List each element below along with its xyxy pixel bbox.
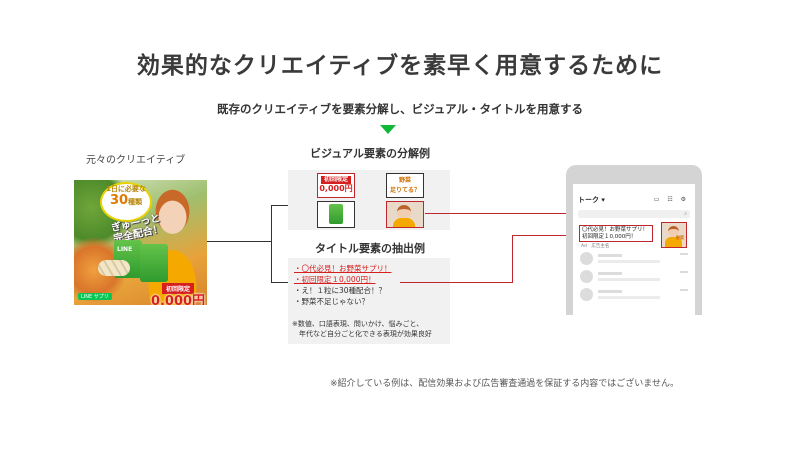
visual-elements-panel: 初回限定 0,000円 野菜 足りてる？ <box>288 170 450 230</box>
connector-line <box>271 205 272 282</box>
chat-name-placeholder <box>598 290 622 293</box>
badge-number: 30 <box>109 193 129 208</box>
chat-list-item[interactable] <box>580 288 688 304</box>
down-arrow-icon <box>380 125 396 134</box>
header-icons[interactable]: ▭ ☷ ⚙ <box>654 196 689 203</box>
price-tile: 初回限定 0,000円 <box>317 173 355 198</box>
brand-logo: LINE サプリ <box>78 293 112 300</box>
body-image <box>393 218 415 227</box>
title-section-heading: タイトル要素の抽出例 <box>315 242 425 255</box>
chat-time-placeholder <box>680 271 688 273</box>
ad-title-line1: 〇代必見！お野菜サプリ！ <box>582 227 649 233</box>
veg-tile-line1: 野菜 <box>398 177 411 184</box>
talk-tab-header[interactable]: トーク ▾ <box>578 195 605 205</box>
title-item: ・〇代必見！お野菜サプリ！ <box>294 264 392 273</box>
title-item: ・初回限定１0,000円！ <box>294 275 376 284</box>
thumb-text: 野菜 <box>676 235 684 240</box>
highlight-connector <box>400 282 512 283</box>
avatar <box>580 252 593 265</box>
highlight-connector <box>512 235 513 283</box>
vegetable-question-tile: 野菜 足りてる？ <box>386 173 424 198</box>
ad-thumbnail: 野菜 <box>661 222 687 248</box>
avatar <box>580 288 593 301</box>
chat-name-placeholder <box>598 272 622 275</box>
connector-line <box>207 241 271 242</box>
chat-message-placeholder <box>598 296 660 299</box>
ad-list-item[interactable]: 〇代必見！お野菜サプリ！ 初回限定１0,000円！ Ad 広告主名 野菜 <box>577 222 691 249</box>
price-value: 0,000円 <box>150 294 206 306</box>
original-creative-image: 1日に必要な 30種類 ぎゅーっと 完全配合！ LINE LINE サプリ 初回… <box>74 180 207 305</box>
connector-line <box>271 282 288 283</box>
connector-line <box>271 205 288 206</box>
price-label: 初回限定 <box>161 283 194 294</box>
phone-mockup: トーク ▾ ▭ ☷ ⚙ ⌕ 〇代必見！お野菜サプリ！ 初回限定１0,000円！ … <box>566 165 702 315</box>
price-tile-label: 初回限定 <box>321 176 351 184</box>
product-tile <box>317 201 355 228</box>
face-image <box>397 205 411 219</box>
chat-name-placeholder <box>598 254 622 257</box>
page-title: 効果的なクリエイティブを素早く用意するために <box>136 53 664 79</box>
price-tile-value: 0,000円 <box>319 184 353 193</box>
ad-title-line2: 初回限定１0,000円！ <box>582 234 637 240</box>
title-item: ・野菜不足じゃない？ <box>294 297 369 306</box>
visual-section-heading: ビジュアル要素の分解例 <box>310 147 430 160</box>
price-block: 初回限定 0,000円 <box>150 276 206 306</box>
supplement-pack-image <box>329 204 343 224</box>
disclaimer-note: ※紹介している例は、配信効果および広告審査通過を保証する内容ではございません。 <box>330 379 680 389</box>
pills-image <box>98 260 130 276</box>
title-elements-panel: ・〇代必見！お野菜サプリ！ ・初回限定１0,000円！ ・え！１粒に30種配合！… <box>288 258 450 344</box>
chat-time-placeholder <box>680 289 688 291</box>
phone-screen: トーク ▾ ▭ ☷ ⚙ ⌕ 〇代必見！お野菜サプリ！ 初回限定１0,000円！ … <box>573 184 695 315</box>
search-bar[interactable]: ⌕ <box>578 210 690 218</box>
veg-tile-line2: 足りてる？ <box>389 187 420 194</box>
pack-text: LINE <box>117 246 133 253</box>
chat-message-placeholder <box>598 278 660 281</box>
avatar <box>580 270 593 283</box>
chat-list-item[interactable] <box>580 252 688 268</box>
chat-list-item[interactable] <box>580 270 688 286</box>
person-tile <box>386 201 424 228</box>
badge-unit: 種類 <box>128 198 143 206</box>
ad-title-box: 〇代必見！お野菜サプリ！ 初回限定１0,000円！ <box>579 225 653 242</box>
chat-time-placeholder <box>680 253 688 255</box>
page-subtitle: 既存のクリエイティブを要素分解し、ビジュアル・タイトルを用意する <box>217 102 583 116</box>
original-creative-label: 元々のクリエイティブ <box>86 155 186 166</box>
title-note-line1: ※数値、口語表現、問いかけ、悩みごと、 <box>292 320 424 328</box>
chat-message-placeholder <box>598 260 660 263</box>
ad-sponsor-label: Ad 広告主名 <box>581 244 610 249</box>
title-item: ・え！１粒に30種配合！？ <box>294 286 387 295</box>
search-icon: ⌕ <box>684 211 687 217</box>
title-note-line2: 年代など自分ごと化できる表現が効果良好 <box>292 330 432 338</box>
